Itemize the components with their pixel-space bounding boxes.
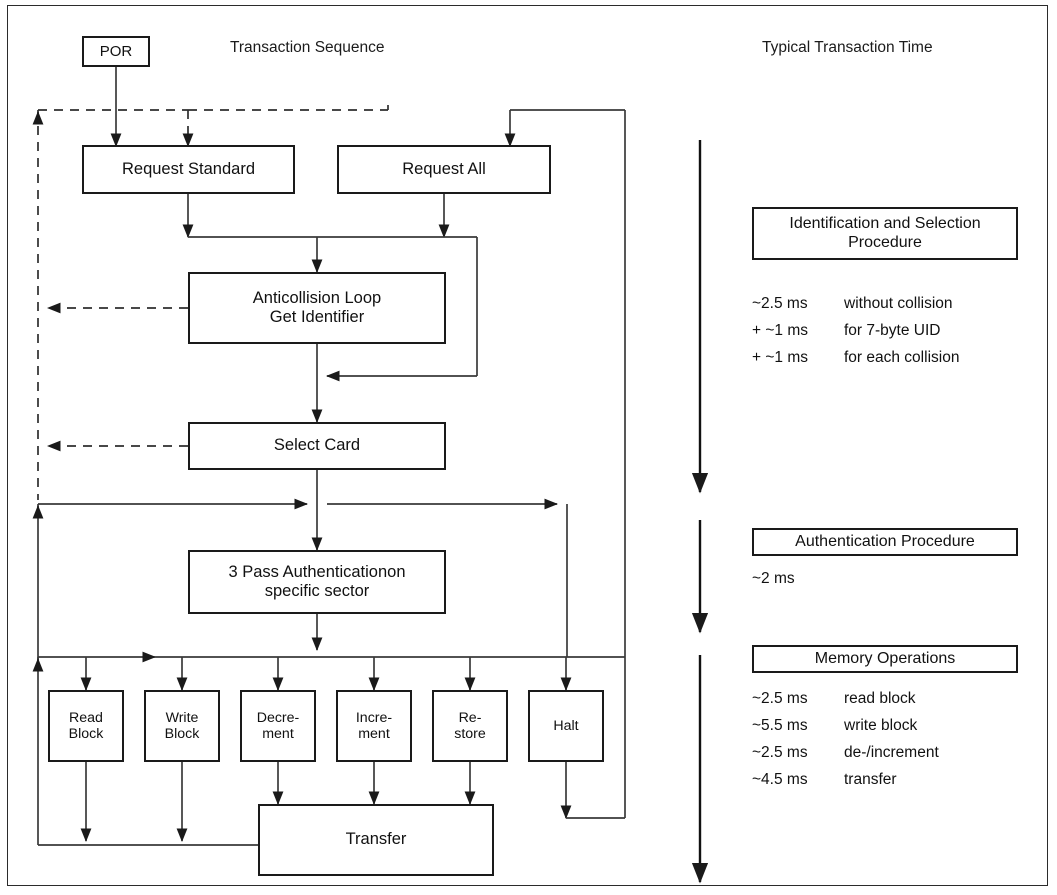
header-transaction-time: Typical Transaction Time <box>762 39 933 56</box>
node-read-block[interactable]: Read Block <box>48 690 124 762</box>
timings-authentication: ~2 ms <box>752 570 844 597</box>
timing-row: ~2 ms <box>752 570 844 588</box>
node-anticollision-loop[interactable]: Anticollision Loop Get Identifier <box>188 272 446 344</box>
node-decrement[interactable]: Decre- ment <box>240 690 316 762</box>
node-restore[interactable]: Re- store <box>432 690 508 762</box>
timing-amount: ~4.5 ms <box>752 771 808 788</box>
node-request-all[interactable]: Request All <box>337 145 551 194</box>
diagram-canvas: Transaction Sequence Typical Transaction… <box>0 0 1057 895</box>
timing-description: write block <box>844 717 918 734</box>
node-write-block-line-2: Block <box>164 726 200 742</box>
timing-row: ~2.5 ms without collision <box>752 295 959 313</box>
timing-amount: ~2.5 ms <box>752 295 808 312</box>
timing-description: de-/increment <box>844 744 939 761</box>
timing-description: transfer <box>844 771 897 788</box>
node-read-block-line-1: Read <box>69 709 103 726</box>
node-increment[interactable]: Incre- ment <box>336 690 412 762</box>
timing-row: + ~1 ms for 7-byte UID <box>752 322 959 340</box>
timing-description: for each collision <box>844 349 960 366</box>
legend-memory-operations: Memory Operations <box>752 645 1018 673</box>
timing-amount: + ~1 ms <box>752 322 808 339</box>
timings-memory: ~2.5 ms read block ~5.5 ms write block ~… <box>752 690 939 798</box>
legend-identification-line-2: Procedure <box>848 233 922 251</box>
node-transfer[interactable]: Transfer <box>258 804 494 876</box>
node-auth-line-1: 3 Pass Authenticationon <box>228 562 406 581</box>
timing-amount: ~2 ms <box>752 570 795 587</box>
timing-amount: ~2.5 ms <box>752 690 808 707</box>
node-write-block-line-1: Write <box>165 709 199 726</box>
legend-identification-line-1: Identification and Selection <box>789 214 981 232</box>
timing-description: without collision <box>844 295 953 312</box>
node-por[interactable]: POR <box>82 36 150 67</box>
timing-amount: ~2.5 ms <box>752 744 808 761</box>
node-halt[interactable]: Halt <box>528 690 604 762</box>
node-anticollision-line-2: Get Identifier <box>269 308 365 326</box>
node-read-block-line-2: Block <box>68 726 104 742</box>
timing-row: ~2.5 ms read block <box>752 690 939 708</box>
timing-amount: ~5.5 ms <box>752 717 808 734</box>
legend-identification-procedure: Identification and Selection Procedure <box>752 207 1018 260</box>
node-three-pass-authentication[interactable]: 3 Pass Authenticationon specific sector <box>188 550 446 614</box>
node-decrement-line-1: Decre- <box>256 709 300 726</box>
node-select-card[interactable]: Select Card <box>188 422 446 470</box>
timing-description: for 7-byte UID <box>844 322 941 339</box>
timing-row: + ~1 ms for each collision <box>752 349 959 367</box>
node-auth-line-2: specific sector <box>264 582 370 600</box>
timing-amount: + ~1 ms <box>752 349 808 366</box>
timings-identification: ~2.5 ms without collision + ~1 ms for 7-… <box>752 295 959 376</box>
node-write-block[interactable]: Write Block <box>144 690 220 762</box>
node-restore-line-2: store <box>454 726 486 742</box>
node-restore-line-1: Re- <box>458 709 482 726</box>
header-transaction-sequence: Transaction Sequence <box>230 39 385 56</box>
node-anticollision-line-1: Anticollision Loop <box>252 288 382 307</box>
node-request-standard[interactable]: Request Standard <box>82 145 295 194</box>
node-decrement-line-2: ment <box>262 726 294 742</box>
timing-row: ~5.5 ms write block <box>752 717 939 735</box>
timing-row: ~2.5 ms de-/increment <box>752 744 939 762</box>
timing-row: ~4.5 ms transfer <box>752 771 939 789</box>
node-increment-line-1: Incre- <box>355 709 393 726</box>
timing-description: read block <box>844 690 916 707</box>
node-increment-line-2: ment <box>358 726 390 742</box>
legend-authentication-procedure: Authentication Procedure <box>752 528 1018 556</box>
